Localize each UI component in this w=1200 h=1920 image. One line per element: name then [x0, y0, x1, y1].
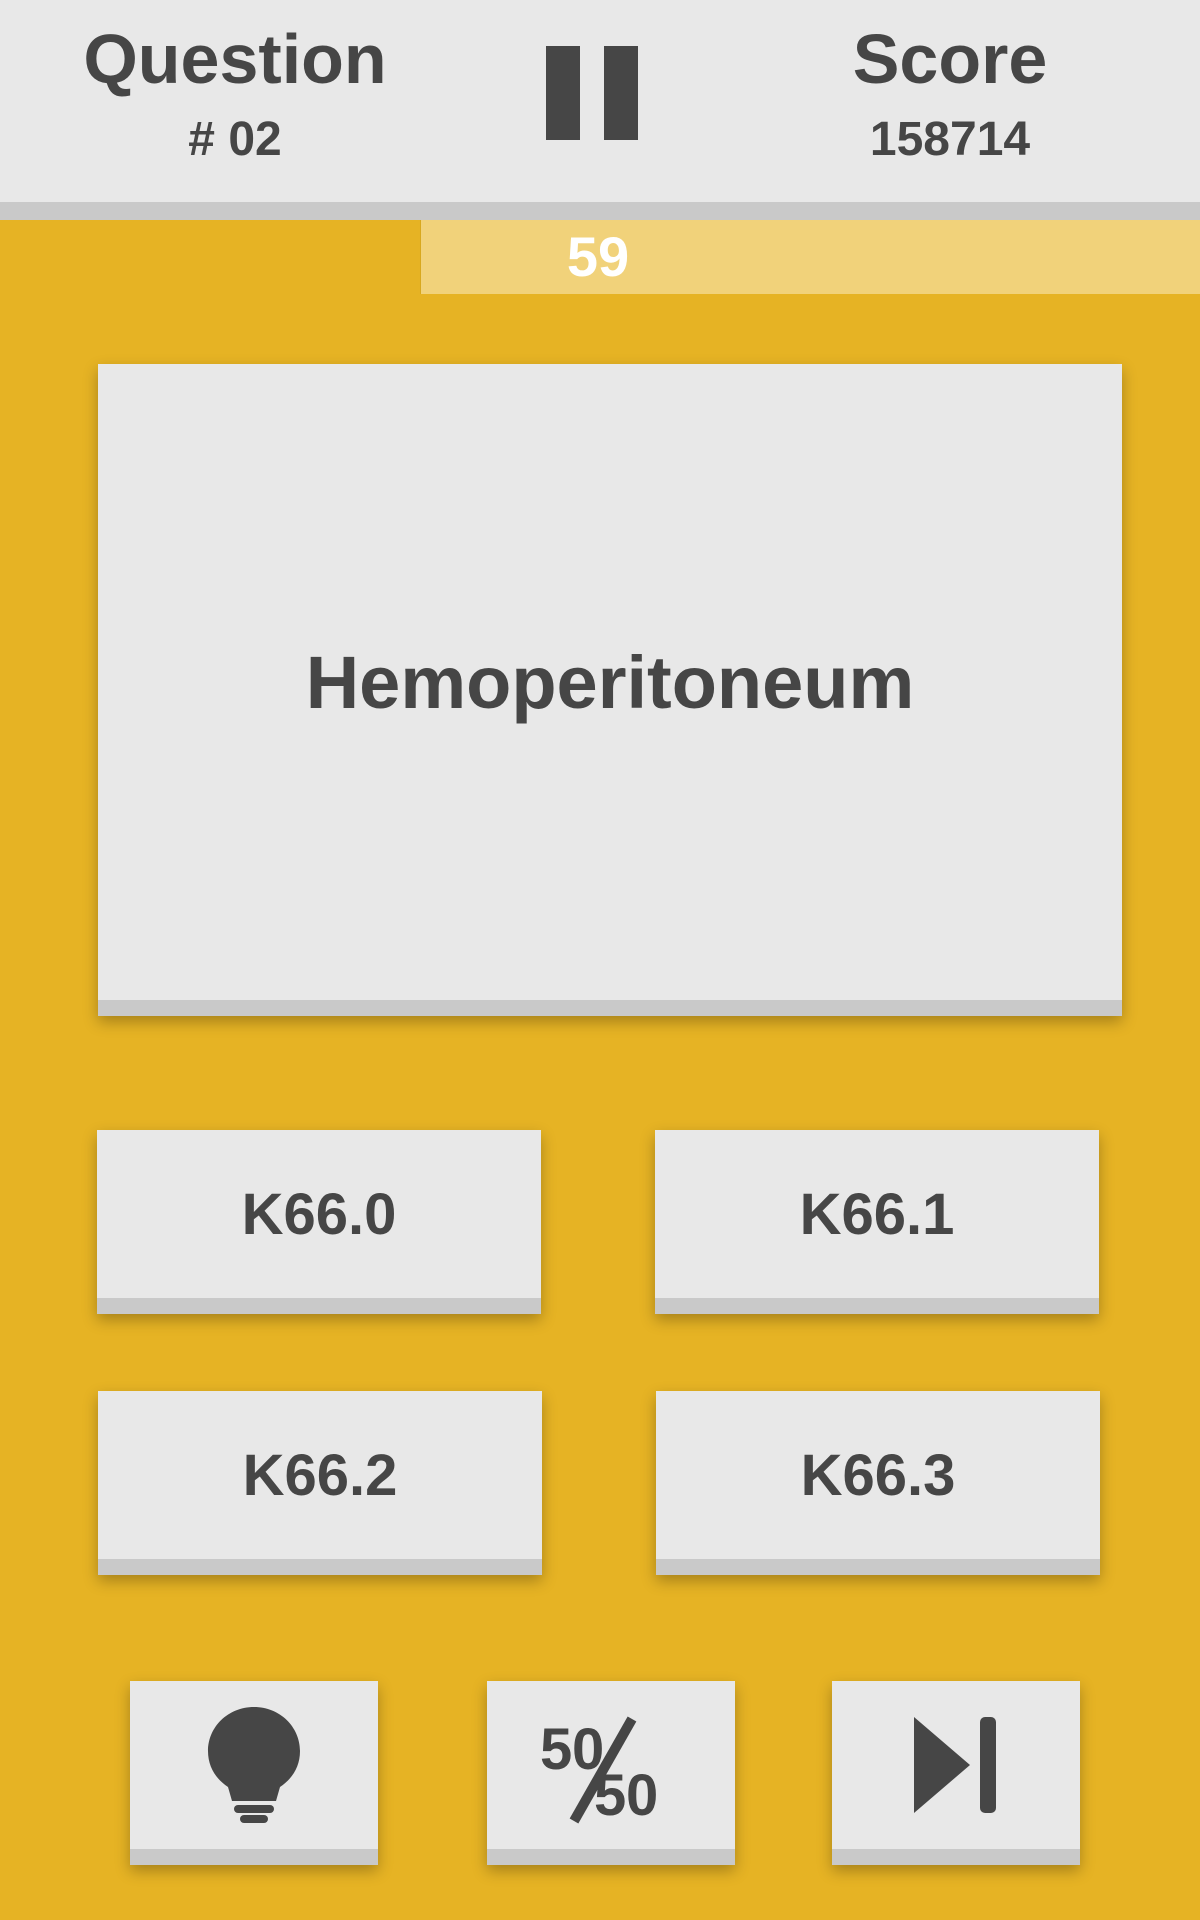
fifty-fifty-icon: 5 0 5 0	[540, 1716, 658, 1825]
pause-icon-bar-left	[546, 46, 580, 140]
question-number: # 02	[188, 113, 282, 166]
question-card: Hemoperitoneum	[98, 364, 1122, 1016]
answer-button-4[interactable]: K66.3	[656, 1391, 1100, 1575]
answer-button-3[interactable]: K66.2	[98, 1391, 542, 1575]
answer-label: K66.0	[241, 1181, 397, 1247]
fifty-fifty-button[interactable]: 5 0 5 0	[487, 1681, 735, 1865]
lightbulb-icon	[208, 1707, 300, 1823]
answer-label: K66.2	[242, 1442, 398, 1508]
timer-value: 59	[566, 225, 630, 288]
score-display: Score 158714	[830, 0, 1070, 164]
question-counter: Question # 02	[80, 0, 390, 164]
pause-icon-bar-right	[604, 46, 638, 140]
svg-text:5: 5	[540, 1717, 572, 1782]
pause-button[interactable]	[540, 46, 640, 142]
answer-button-2[interactable]: K66.1	[655, 1130, 1099, 1314]
question-term: Hemoperitoneum	[305, 640, 915, 724]
score-label: Score	[852, 20, 1048, 98]
timer-fill	[0, 220, 421, 294]
hint-button[interactable]	[130, 1681, 378, 1865]
answer-button-1[interactable]: K66.0	[97, 1130, 541, 1314]
header-bar: Question # 02 Score 158714	[0, 0, 1200, 202]
answer-label: K66.3	[800, 1442, 956, 1508]
answer-label: K66.1	[799, 1181, 955, 1247]
question-label: Question	[83, 20, 387, 98]
svg-text:5: 5	[594, 1763, 626, 1825]
svg-text:0: 0	[626, 1763, 658, 1825]
score-value: 158714	[869, 113, 1031, 166]
skip-button[interactable]	[832, 1681, 1080, 1865]
timer-bar: 59	[0, 220, 1200, 294]
header-divider	[0, 202, 1200, 220]
skip-next-icon	[914, 1717, 996, 1813]
